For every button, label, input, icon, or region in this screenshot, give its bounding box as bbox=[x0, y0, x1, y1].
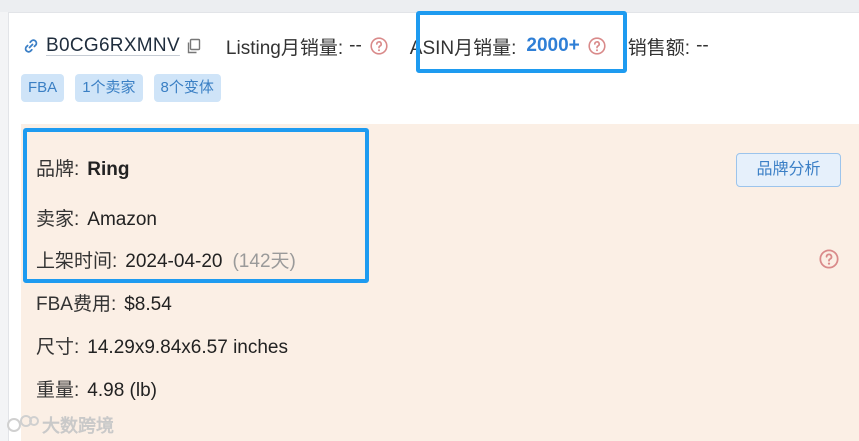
help-icon[interactable] bbox=[370, 37, 388, 55]
watermark-logo-icon bbox=[6, 413, 40, 437]
listing-sales-label: Listing月销量: bbox=[225, 37, 344, 59]
tag-variant-count[interactable]: 8个变体 bbox=[153, 74, 221, 102]
tag-fba: FBA bbox=[21, 74, 65, 102]
fba-fee-value: $8.54 bbox=[124, 294, 172, 315]
asin-link[interactable]: B0CG6RXMNV bbox=[46, 35, 180, 57]
seller-info-highlight-box bbox=[23, 128, 369, 283]
fba-fee-row: FBA费用: $8.54 bbox=[36, 289, 172, 316]
tag-seller-count[interactable]: 1个卖家 bbox=[75, 74, 143, 102]
weight-label: 重量: bbox=[36, 380, 80, 401]
revenue-value: -- bbox=[696, 35, 709, 56]
size-label: 尺寸: bbox=[36, 337, 80, 358]
help-icon[interactable] bbox=[819, 249, 839, 269]
revenue-label: 销售额: bbox=[627, 37, 691, 59]
watermark: 大数跨境 bbox=[6, 412, 114, 438]
fba-fee-label: FBA费用: bbox=[36, 294, 117, 315]
tag-list: FBA 1个卖家 8个变体 bbox=[21, 74, 221, 102]
link-icon[interactable] bbox=[22, 37, 40, 55]
copy-icon[interactable] bbox=[186, 38, 202, 54]
asin-sales-highlight-box bbox=[416, 11, 627, 73]
weight-value: 4.98 (lb) bbox=[87, 380, 157, 401]
weight-row: 重量: 4.98 (lb) bbox=[36, 375, 157, 402]
size-value: 14.29x9.84x6.57 inches bbox=[87, 337, 288, 358]
brand-analysis-button[interactable]: 品牌分析 bbox=[736, 153, 841, 187]
size-row: 尺寸: 14.29x9.84x6.57 inches bbox=[36, 332, 288, 359]
watermark-text: 大数跨境 bbox=[42, 416, 114, 436]
listing-sales-value: -- bbox=[349, 35, 362, 56]
